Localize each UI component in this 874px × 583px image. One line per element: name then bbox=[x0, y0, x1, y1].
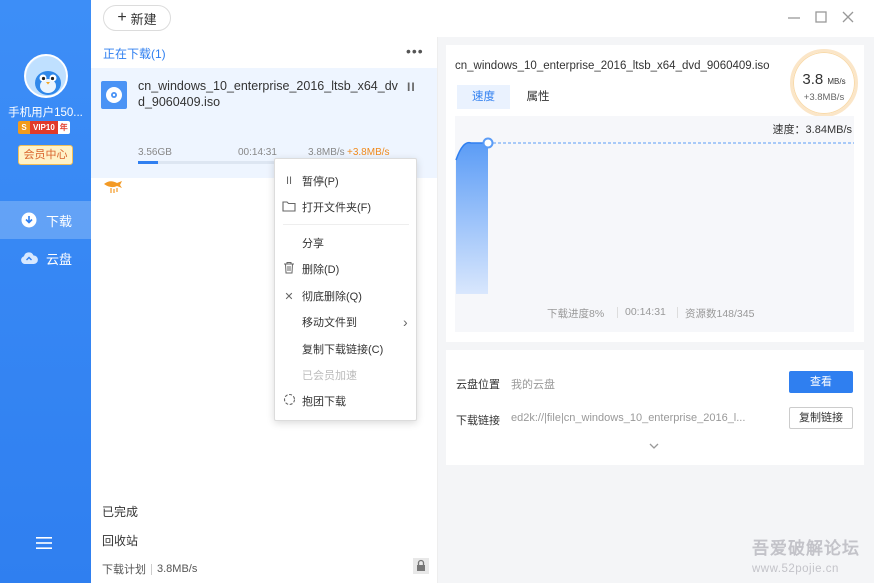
vip-badge: S VIP10 年 bbox=[18, 121, 70, 134]
download-icon bbox=[20, 211, 38, 229]
watermark-title: 吾爱破解论坛 bbox=[752, 539, 860, 558]
tab-speed[interactable]: 速度 bbox=[457, 85, 510, 109]
detail-file-name: cn_windows_10_enterprise_2016_ltsb_x64_d… bbox=[455, 60, 770, 72]
nav-label-cloud: 云盘 bbox=[46, 251, 73, 267]
accelerate-fish-icon[interactable] bbox=[103, 180, 123, 194]
context-menu: II 暂停(P) 打开文件夹(F) 分享 删除(D) ✕ 彻底删除(Q) 移动文… bbox=[274, 158, 417, 421]
pause-task-icon[interactable]: II bbox=[407, 80, 416, 94]
task-time-left: 00:14:31 bbox=[238, 147, 277, 158]
menu-item-label: 删除(D) bbox=[302, 264, 340, 276]
speed-gauge: 3.8 MB/s +3.8MB/s bbox=[790, 49, 858, 117]
divider bbox=[677, 307, 678, 318]
download-link-value: ed2k://|file|cn_windows_10_enterprise_20… bbox=[511, 412, 746, 424]
download-plan-row[interactable]: 下载计划 3.8MB/s bbox=[102, 561, 197, 577]
copy-link-button[interactable]: 复制链接 bbox=[789, 407, 853, 429]
download-progress-text: 下载进度8% bbox=[547, 308, 605, 320]
task-speed: 3.8MB/s bbox=[308, 147, 345, 158]
trash-icon bbox=[281, 261, 297, 277]
download-plan-speed: 3.8MB/s bbox=[157, 563, 198, 575]
menu-item-label: 抱团下载 bbox=[302, 396, 346, 408]
view-button[interactable]: 查看 bbox=[789, 371, 853, 393]
menu-item-copy-link[interactable]: 复制下载链接(C) bbox=[275, 338, 416, 360]
recycle-bin-link[interactable]: 回收站 bbox=[102, 532, 138, 549]
maximize-icon[interactable] bbox=[814, 10, 828, 24]
speed-boost: +3.8MB/s bbox=[803, 92, 845, 103]
chevron-down-icon[interactable] bbox=[647, 440, 661, 450]
group-download-icon bbox=[281, 393, 297, 409]
menu-item-share[interactable]: 分享 bbox=[275, 232, 416, 254]
cloud-location-label: 云盘位置 bbox=[456, 379, 500, 391]
member-center-button[interactable]: 会员中心 bbox=[18, 145, 73, 165]
completed-link[interactable]: 已完成 bbox=[102, 503, 138, 520]
speed-readout: 3.8 MB/s bbox=[793, 71, 855, 88]
task-progress-fill bbox=[138, 161, 159, 164]
sources-count-text: 资源数148/345 bbox=[685, 308, 755, 320]
menu-item-label: 移动文件到 bbox=[302, 317, 357, 329]
menu-item-label: 复制下载链接(C) bbox=[302, 344, 384, 356]
more-options-icon[interactable]: ••• bbox=[406, 43, 424, 59]
watermark-url: www.52pojie.cn bbox=[752, 563, 839, 575]
speed-value: 3.8 bbox=[802, 71, 824, 88]
chevron-right-icon: › bbox=[403, 314, 408, 330]
time-left-text: 00:14:31 bbox=[625, 306, 666, 318]
cloud-location-value: 我的云盘 bbox=[511, 379, 555, 391]
vip-year: 年 bbox=[57, 121, 70, 134]
watermark: 吾爱破解论坛 www.52pojie.cn bbox=[752, 534, 860, 575]
speed-chart-graph bbox=[455, 137, 854, 294]
close-icon[interactable] bbox=[841, 10, 855, 24]
menu-item-move-to[interactable]: 移动文件到 › bbox=[275, 311, 416, 333]
menu-divider bbox=[283, 224, 409, 225]
vip-level: VIP10 bbox=[30, 121, 58, 134]
tab-properties[interactable]: 属性 bbox=[518, 85, 558, 109]
sidebar: 手机用户150... S VIP10 年 会员中心 下载 云盘 bbox=[0, 0, 91, 583]
task-size: 3.56GB bbox=[138, 147, 172, 158]
menu-item-label: 已会员加速 bbox=[302, 370, 357, 382]
menu-item-delete[interactable]: 删除(D) bbox=[275, 258, 416, 280]
menu-item-member-accelerated: 已会员加速 bbox=[275, 364, 416, 386]
menu-item-label: 暂停(P) bbox=[302, 176, 339, 188]
folder-icon bbox=[281, 200, 297, 215]
detail-card: cn_windows_10_enterprise_2016_ltsb_x64_d… bbox=[446, 45, 864, 342]
menu-item-open-folder[interactable]: 打开文件夹(F) bbox=[275, 196, 416, 218]
menu-item-label: 分享 bbox=[302, 238, 324, 250]
speed-unit: MB/s bbox=[827, 77, 846, 86]
info-card: 云盘位置 我的云盘 查看 下载链接 ed2k://|file|cn_window… bbox=[446, 350, 864, 465]
menu-item-label: 打开文件夹(F) bbox=[302, 202, 372, 214]
task-boost-speed: +3.8MB/s bbox=[347, 147, 390, 158]
download-plan-label: 下载计划 bbox=[102, 564, 146, 576]
nav-item-download[interactable]: 下载 bbox=[0, 201, 91, 239]
divider bbox=[617, 307, 618, 318]
plus-icon: + bbox=[117, 9, 127, 26]
menu-item-group-download[interactable]: 抱团下载 bbox=[275, 390, 416, 412]
pause-icon: II bbox=[285, 175, 293, 187]
x-icon: ✕ bbox=[284, 290, 294, 303]
cloud-icon bbox=[20, 249, 38, 267]
menu-item-delete-permanently[interactable]: ✕ 彻底删除(Q) bbox=[275, 285, 416, 307]
username[interactable]: 手机用户150... bbox=[0, 104, 91, 120]
nav-item-cloud[interactable]: 云盘 bbox=[0, 239, 91, 277]
disc-image-file-icon bbox=[101, 81, 127, 109]
menu-item-label: 彻底删除(Q) bbox=[302, 291, 362, 303]
lock-icon[interactable] bbox=[412, 557, 430, 575]
task-file-name: cn_windows_10_enterprise_2016_ltsb_x64_d… bbox=[138, 79, 398, 109]
download-link-label: 下载链接 bbox=[456, 415, 500, 427]
nav-label-download: 下载 bbox=[46, 213, 73, 229]
divider bbox=[151, 563, 152, 575]
new-task-button[interactable]: + 新建 bbox=[103, 5, 171, 31]
avatar[interactable] bbox=[24, 54, 68, 98]
menu-item-pause[interactable]: II 暂停(P) bbox=[275, 170, 416, 192]
vip-s-mark: S bbox=[18, 121, 30, 134]
speed-chart: 速度：3.84MB/s 下载进度8% 00:14:31 资源数148/345 bbox=[455, 116, 854, 332]
downloading-header[interactable]: 正在下载(1) bbox=[103, 45, 166, 62]
minimize-icon[interactable] bbox=[787, 10, 801, 24]
new-task-label: 新建 bbox=[130, 11, 157, 27]
hamburger-menu-icon[interactable] bbox=[35, 536, 53, 550]
